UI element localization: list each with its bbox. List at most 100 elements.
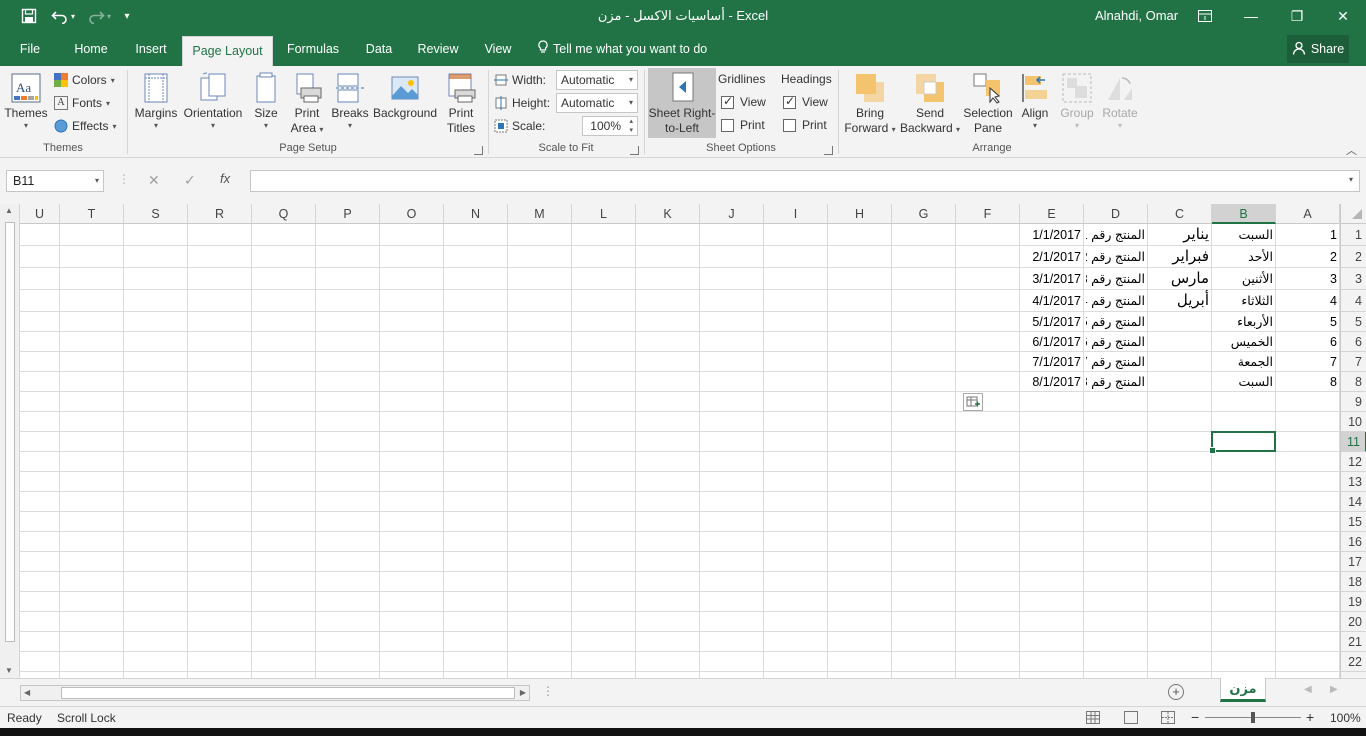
column-header-q[interactable]: Q [252, 204, 316, 224]
column-header-h[interactable]: H [828, 204, 892, 224]
tab-formulas[interactable]: Formulas [282, 32, 344, 66]
row-header-8[interactable]: 8 [1341, 372, 1366, 392]
cell-d2[interactable]: المنتج رقم 2 [1086, 246, 1145, 268]
column-header-o[interactable]: O [380, 204, 444, 224]
cell-e5[interactable]: 5/1/2017 [1022, 312, 1081, 332]
row-header-21[interactable]: 21 [1341, 632, 1366, 652]
column-header-i[interactable]: I [764, 204, 828, 224]
row-header-16[interactable]: 16 [1341, 532, 1366, 552]
tab-file[interactable]: File [10, 32, 50, 66]
row-header-1[interactable]: 1 [1341, 224, 1366, 246]
cell-d3[interactable]: المنتج رقم 3 [1086, 268, 1145, 290]
row-header-20[interactable]: 20 [1341, 612, 1366, 632]
row-header-12[interactable]: 12 [1341, 452, 1366, 472]
page-layout-view-icon[interactable] [1124, 711, 1138, 724]
ribbon-display-options-icon[interactable] [1182, 0, 1228, 32]
align-button[interactable]: Align ▾ [1016, 68, 1054, 138]
cell-b2[interactable]: الأحد [1214, 246, 1273, 268]
scroll-right-icon[interactable]: ▶ [520, 686, 526, 700]
cell-e1[interactable]: 1/1/2017 [1022, 224, 1081, 246]
scroll-down-icon[interactable]: ▼ [5, 666, 13, 675]
cell-d6[interactable]: المنتج رقم 6 [1086, 332, 1145, 352]
tab-home[interactable]: Home [66, 32, 116, 66]
row-header-9[interactable]: 9 [1341, 392, 1366, 412]
enter-icon[interactable]: ✓ [184, 172, 196, 189]
column-header-e[interactable]: E [1020, 204, 1084, 224]
cell-area[interactable]: 1 2 3 4 5 6 7 8 السبت الأحد الأثنين الثلاثاء الأربعا… [20, 224, 1340, 678]
cell-e7[interactable]: 7/1/2017 [1022, 352, 1081, 372]
gridlines-view-checkbox[interactable]: View [721, 94, 766, 109]
cell-a3[interactable]: 3 [1278, 268, 1337, 290]
margins-button[interactable]: Margins ▾ [132, 68, 180, 138]
width-dropdown[interactable]: Automatic ▾ [556, 70, 638, 90]
row-header-5[interactable]: 5 [1341, 312, 1366, 332]
colors-button[interactable]: Colors ▾ [54, 70, 115, 90]
tell-me-search[interactable]: Tell me what you want to do [538, 32, 707, 66]
row-header-7[interactable]: 7 [1341, 352, 1366, 372]
headings-print-checkbox[interactable]: Print [783, 118, 827, 132]
column-header-c[interactable]: C [1148, 204, 1212, 224]
column-header-l[interactable]: L [572, 204, 636, 224]
tab-data[interactable]: Data [356, 32, 402, 66]
selection-pane-button[interactable]: Selection Pane [962, 68, 1014, 138]
scroll-up-icon[interactable]: ▲ [5, 206, 13, 215]
cell-b1[interactable]: السبت [1214, 224, 1273, 246]
cell-a1[interactable]: 1 [1278, 224, 1337, 246]
scrollbar-thumb[interactable] [5, 222, 15, 642]
rotate-button[interactable]: Rotate ▾ [1100, 68, 1140, 138]
cell-d7[interactable]: المنتج رقم 7 [1086, 352, 1145, 372]
cell-d1[interactable]: المنتج رقم 1 [1086, 224, 1145, 246]
cell-a8[interactable]: 8 [1278, 372, 1337, 392]
normal-view-icon[interactable] [1086, 711, 1100, 724]
sheet-right-to-left-button[interactable]: Sheet Right-to-Left [648, 68, 716, 138]
cell-a4[interactable]: 4 [1278, 290, 1337, 312]
tab-view[interactable]: View [476, 32, 520, 66]
print-area-button[interactable]: Print Area ▾ [288, 68, 326, 138]
cell-b6[interactable]: الخميس [1214, 332, 1273, 352]
cell-a7[interactable]: 7 [1278, 352, 1337, 372]
minimize-button[interactable]: — [1228, 0, 1274, 32]
scroll-left-icon[interactable]: ◀ [24, 686, 30, 700]
page-break-preview-icon[interactable] [1161, 711, 1175, 724]
zoom-slider-thumb[interactable] [1251, 712, 1255, 723]
size-button[interactable]: Size ▾ [250, 68, 282, 138]
column-header-p[interactable]: P [316, 204, 380, 224]
cell-c4[interactable]: أبريل [1150, 290, 1209, 312]
height-dropdown[interactable]: Automatic ▾ [556, 93, 638, 113]
cell-d8[interactable]: المنتج رقم 8 [1086, 372, 1145, 392]
fonts-button[interactable]: A Fonts ▾ [54, 93, 110, 113]
column-header-n[interactable]: N [444, 204, 508, 224]
row-header-18[interactable]: 18 [1341, 572, 1366, 592]
new-sheet-button[interactable]: + [1168, 684, 1184, 700]
orientation-button[interactable]: Orientation ▾ [182, 68, 244, 138]
row-header-11[interactable]: 11 [1341, 432, 1366, 452]
sheet-tab[interactable]: مزن [1220, 678, 1266, 702]
cell-b5[interactable]: الأربعاء [1214, 312, 1273, 332]
quick-analysis-icon[interactable] [963, 393, 983, 411]
cell-a2[interactable]: 2 [1278, 246, 1337, 268]
tab-insert[interactable]: Insert [126, 32, 176, 66]
scale-spinner[interactable]: 100% ▴ ▾ [582, 116, 638, 136]
group-button[interactable]: Group ▾ [1058, 68, 1096, 138]
row-header-6[interactable]: 6 [1341, 332, 1366, 352]
cell-e3[interactable]: 3/1/2017 [1022, 268, 1081, 290]
sheet-options-launcher-icon[interactable] [824, 146, 833, 155]
cell-a6[interactable]: 6 [1278, 332, 1337, 352]
cell-e6[interactable]: 6/1/2017 [1022, 332, 1081, 352]
effects-button[interactable]: Effects ▾ [54, 116, 116, 136]
column-header-b[interactable]: B [1212, 204, 1276, 224]
column-header-t[interactable]: T [60, 204, 124, 224]
row-header-17[interactable]: 17 [1341, 552, 1366, 572]
cell-e8[interactable]: 8/1/2017 [1022, 372, 1081, 392]
cell-d4[interactable]: المنتج رقم 4 [1086, 290, 1145, 312]
row-header-13[interactable]: 13 [1341, 472, 1366, 492]
row-header-22[interactable]: 22 [1341, 652, 1366, 672]
print-titles-button[interactable]: Print Titles [442, 68, 480, 138]
column-header-f[interactable]: F [956, 204, 1020, 224]
worksheet-grid[interactable]: ▲ ▼ UTSRQPONMLKJIHGFEDCBA 1 2 3 4 5 6 7 8 9 10 11 1… [0, 204, 1366, 678]
row-header-4[interactable]: 4 [1341, 290, 1366, 312]
zoom-level[interactable]: 100% [1330, 711, 1361, 725]
column-header-a[interactable]: A [1276, 204, 1340, 224]
splitter-icon[interactable]: ⋮ [542, 684, 554, 698]
cell-b4[interactable]: الثلاثاء [1214, 290, 1273, 312]
